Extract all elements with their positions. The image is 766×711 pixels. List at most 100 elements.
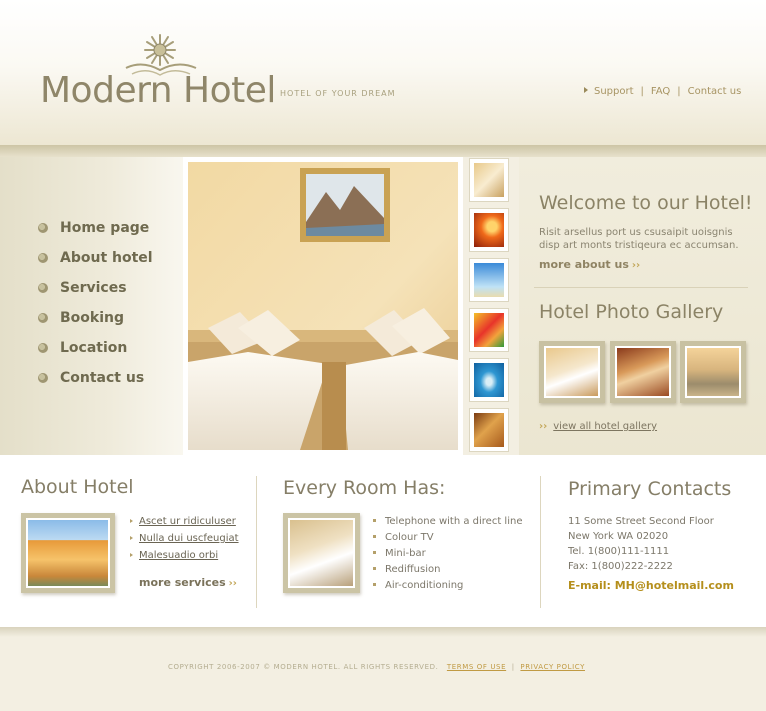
- footer: [0, 637, 766, 711]
- sidebar: [0, 157, 183, 455]
- amenity-label: Mini-bar: [385, 548, 426, 559]
- strip-thumb-dolphin[interactable]: [469, 358, 509, 402]
- more-about-us-link[interactable]: more about us ››: [539, 258, 640, 271]
- bullet-icon: [373, 519, 376, 522]
- strip-thumb-lamp[interactable]: [469, 158, 509, 202]
- arrow-right-icon: [130, 536, 133, 540]
- nav-item-about-hotel[interactable]: About hotel: [38, 250, 153, 270]
- about-link-1[interactable]: Ascet ur ridiculuser: [130, 516, 236, 527]
- nav-item-label: About hotel: [60, 250, 153, 266]
- bullet-icon: [38, 253, 48, 263]
- gallery-title: Hotel Photo Gallery: [539, 301, 724, 323]
- nav-item-label: Services: [60, 280, 127, 296]
- gallery-thumb-landscape[interactable]: [680, 341, 746, 403]
- footer-separator: |: [511, 663, 515, 671]
- contact-us-link[interactable]: Contact us: [688, 86, 742, 97]
- nav-item-label: Contact us: [60, 370, 145, 386]
- thumb-image: [474, 213, 504, 247]
- more-services-link[interactable]: more services ››: [139, 576, 237, 589]
- bullet-icon: [38, 223, 48, 233]
- email-link[interactable]: E-mail: MH@hotelmail.com: [568, 579, 734, 592]
- nav-item-label: Location: [60, 340, 128, 356]
- more-services-label: more services: [139, 576, 226, 589]
- thumb-image: [474, 413, 504, 447]
- privacy-policy-link[interactable]: PRIVACY POLICY: [520, 663, 585, 671]
- nav-item-services[interactable]: Services: [38, 280, 127, 300]
- amenity-item: Colour TV: [373, 532, 434, 543]
- phone-line: Tel. 1(800)111-1111: [568, 546, 670, 557]
- logo-text[interactable]: Modern Hotel: [40, 70, 276, 111]
- copyright-text: COPYRIGHT 2006-2007 © MODERN HOTEL. ALL …: [168, 663, 439, 671]
- thumb-image: [474, 263, 504, 297]
- amenity-item: Mini-bar: [373, 548, 426, 559]
- panel-divider: [534, 287, 748, 288]
- every-room-title: Every Room Has:: [283, 477, 446, 499]
- strip-thumb-flower[interactable]: [469, 308, 509, 352]
- link-separator: |: [640, 86, 644, 97]
- support-link[interactable]: Support: [594, 86, 634, 97]
- double-arrow-icon: ››: [631, 260, 641, 271]
- strip-thumb-lobby[interactable]: [469, 408, 509, 452]
- strip-thumb-palm[interactable]: [469, 258, 509, 302]
- bullet-icon: [38, 343, 48, 353]
- bullet-icon: [38, 283, 48, 293]
- gallery-thumb-suite[interactable]: [610, 341, 676, 403]
- double-arrow-icon: ››: [539, 421, 548, 432]
- faq-link[interactable]: FAQ: [651, 86, 670, 97]
- column-divider: [256, 476, 257, 608]
- about-link-label: Malesuadio orbi: [139, 550, 219, 561]
- arrow-right-icon: [130, 519, 133, 523]
- strip-thumb-sunset[interactable]: [469, 208, 509, 252]
- nav-item-label: Home page: [60, 220, 150, 236]
- nav-item-booking[interactable]: Booking: [38, 310, 124, 330]
- main-room-photo: [188, 162, 458, 450]
- bullet-icon: [38, 313, 48, 323]
- nav-item-contact-us[interactable]: Contact us: [38, 370, 144, 390]
- amenity-label: Air-conditioning: [385, 580, 464, 591]
- thumb-image: [474, 363, 504, 397]
- nav-item-home[interactable]: Home page: [38, 220, 149, 240]
- bullet-icon: [373, 567, 376, 570]
- link-separator: |: [677, 86, 681, 97]
- nav-item-location[interactable]: Location: [38, 340, 127, 360]
- bullet-icon: [373, 535, 376, 538]
- building-image: [26, 518, 110, 588]
- room-image: [288, 518, 355, 588]
- view-all-gallery-label: view all hotel gallery: [553, 421, 658, 432]
- amenity-label: Telephone with a direct line: [385, 516, 523, 527]
- amenity-label: Colour TV: [385, 532, 434, 543]
- top-links: Support | FAQ | Contact us: [584, 86, 741, 97]
- about-link-3[interactable]: Malesuadio orbi: [130, 550, 218, 561]
- thumb-image: [474, 313, 504, 347]
- header-band: [0, 145, 766, 157]
- gallery-thumb-bedroom[interactable]: [539, 341, 605, 403]
- thumb-image: [615, 346, 671, 398]
- bullet-icon: [38, 373, 48, 383]
- double-arrow-icon: ››: [228, 578, 237, 589]
- about-hotel-photo: [21, 513, 115, 593]
- terms-of-use-link[interactable]: TERMS OF USE: [447, 663, 506, 671]
- address-line-2: New York WA 02020: [568, 531, 669, 542]
- thumb-image: [544, 346, 600, 398]
- tagline: HOTEL OF YOUR DREAM: [280, 89, 396, 98]
- arrow-right-icon: [584, 87, 588, 93]
- footer-text: COPYRIGHT 2006-2007 © MODERN HOTEL. ALL …: [168, 663, 585, 671]
- about-link-label: Nulla dui uscfeugiat: [139, 533, 239, 544]
- view-all-gallery-link[interactable]: ›› view all hotel gallery: [539, 421, 657, 432]
- fax-line: Fax: 1(800)222-2222: [568, 561, 673, 572]
- amenity-item: Rediffusion: [373, 564, 440, 575]
- welcome-text: Risit arsellus port us csusaipit uoisgni…: [539, 227, 739, 251]
- arrow-right-icon: [130, 553, 133, 557]
- address-line-1: 11 Some Street Second Floor: [568, 516, 714, 527]
- about-link-2[interactable]: Nulla dui uscfeugiat: [130, 533, 239, 544]
- nav-item-label: Booking: [60, 310, 125, 326]
- primary-contacts-title: Primary Contacts: [568, 478, 732, 500]
- welcome-title: Welcome to our Hotel!: [539, 192, 753, 214]
- more-about-label: more about us: [539, 258, 629, 271]
- amenity-item: Telephone with a direct line: [373, 516, 522, 527]
- about-link-label: Ascet ur ridiculuser: [139, 516, 236, 527]
- amenity-item: Air-conditioning: [373, 580, 463, 591]
- thumb-image: [685, 346, 741, 398]
- thumb-image: [474, 163, 504, 197]
- column-divider: [540, 476, 541, 608]
